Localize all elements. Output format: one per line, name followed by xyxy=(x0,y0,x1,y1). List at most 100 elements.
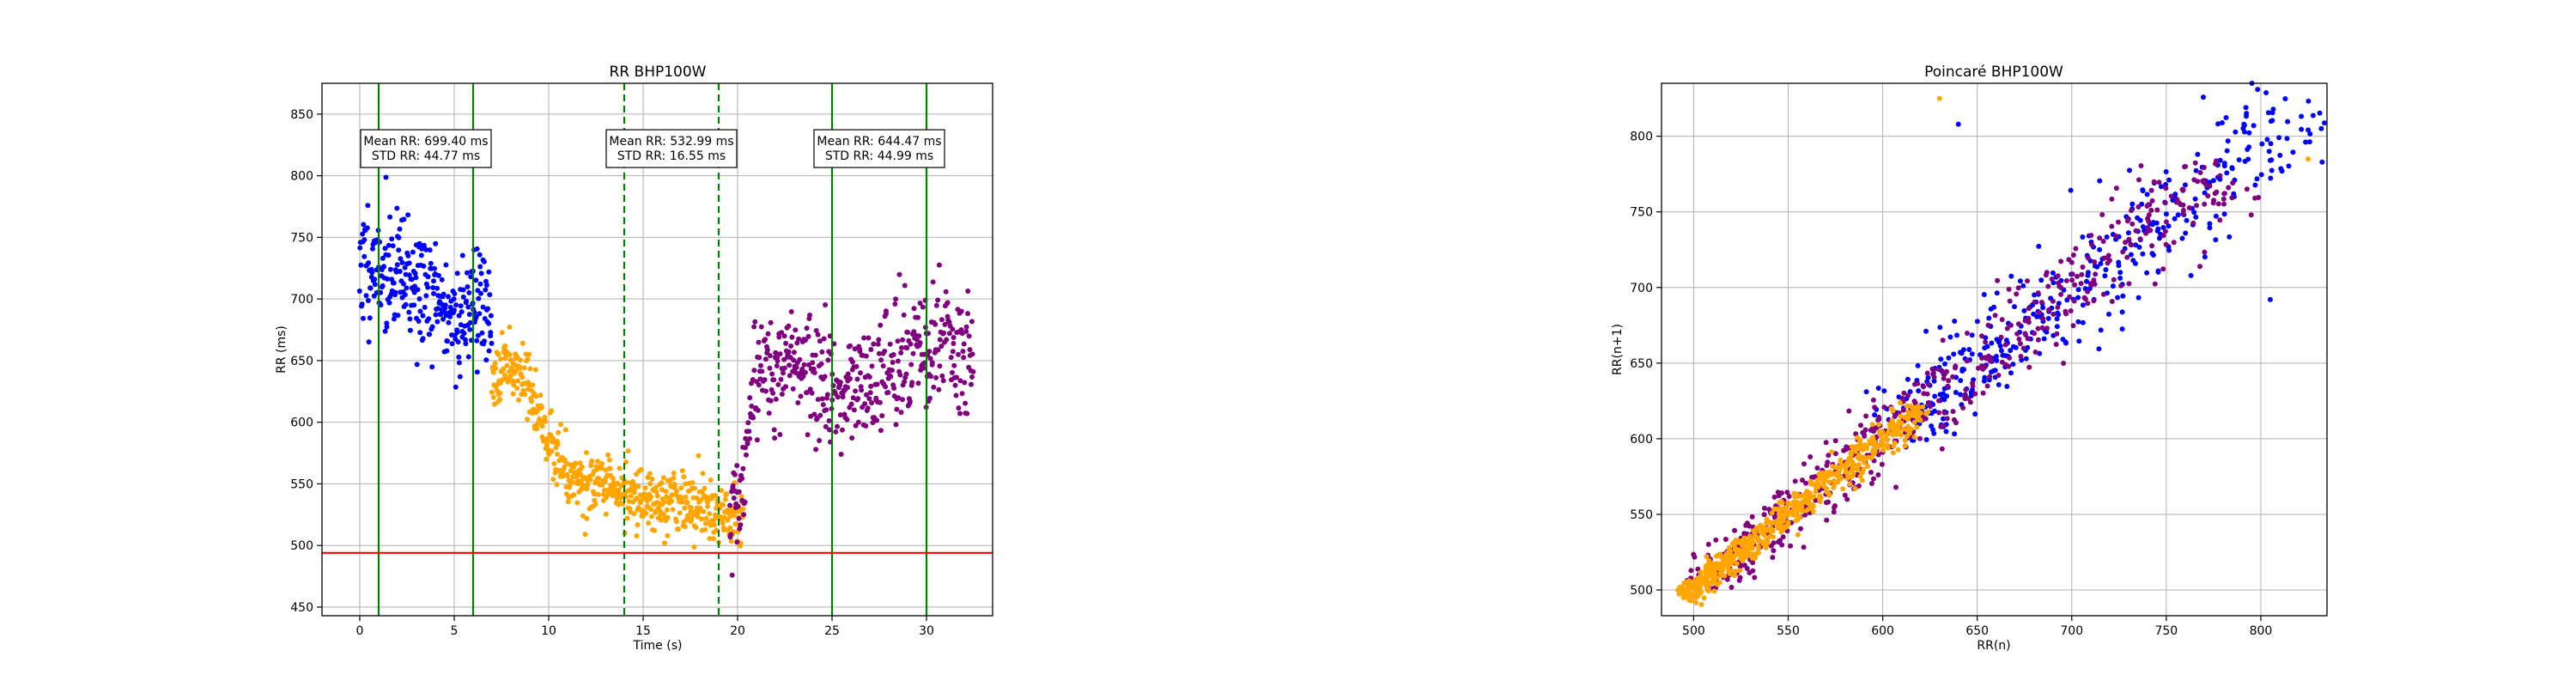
poincare-point-exercise xyxy=(1840,486,1846,492)
rr-point-recovery xyxy=(744,441,750,447)
poincare-point-recovery xyxy=(2163,241,2169,247)
rr-point-rest xyxy=(411,302,417,308)
rr-point-recovery xyxy=(957,410,963,416)
rr-point-recovery xyxy=(867,390,873,396)
poincare-point-recovery xyxy=(2017,341,2023,347)
poincare-point-recovery xyxy=(2160,233,2166,239)
poincare-point-rest xyxy=(2224,148,2230,154)
rr-point-recovery xyxy=(771,427,777,433)
rr-point-rest xyxy=(465,284,471,289)
poincare-point-recovery xyxy=(2104,255,2110,260)
rr-point-rest xyxy=(458,303,464,309)
poincare-chart-x-tick-label: 700 xyxy=(2060,624,2083,638)
poincare-point-recovery xyxy=(1992,313,1998,319)
poincare-point-recovery xyxy=(2045,283,2051,289)
poincare-point-rest xyxy=(2163,169,2169,174)
rr-point-rest xyxy=(474,337,480,344)
poincare-point-exercise xyxy=(1698,589,1704,595)
poincare-point-exercise xyxy=(1907,403,1913,409)
poincare-point-rest xyxy=(2127,167,2132,173)
poincare-point-recovery xyxy=(1792,478,1798,484)
poincare-point-rest xyxy=(2246,130,2252,136)
rr-point-exercise xyxy=(679,468,685,474)
rr-point-recovery xyxy=(732,471,738,477)
rr-point-recovery xyxy=(807,313,812,318)
poincare-point-recovery xyxy=(1928,404,1933,410)
poincare-point-exercise xyxy=(1888,406,1894,411)
rr-point-rest xyxy=(423,293,429,299)
rr-point-recovery xyxy=(746,429,752,435)
rr-point-recovery xyxy=(850,359,855,365)
poincare-point-recovery xyxy=(2146,218,2152,224)
rr-point-rest xyxy=(387,214,393,220)
rr-point-exercise xyxy=(607,465,613,471)
poincare-point-exercise xyxy=(1887,425,1893,430)
poincare-point-rest xyxy=(1961,367,1967,373)
poincare-point-rest xyxy=(2094,264,2100,270)
rr-point-recovery xyxy=(966,333,972,339)
poincare-point-recovery xyxy=(2207,183,2213,189)
poincare-point-rest xyxy=(2045,315,2051,321)
poincare-point-recovery xyxy=(2126,281,2132,287)
poincare-point-exercise xyxy=(1777,509,1783,515)
poincare-point-exercise xyxy=(1810,503,1816,509)
poincare-point-recovery xyxy=(1965,331,1970,336)
poincare-point-recovery xyxy=(1939,446,1945,452)
rr-point-recovery xyxy=(863,423,869,429)
poincare-point-recovery xyxy=(1924,370,1930,376)
rr-point-recovery xyxy=(875,341,881,347)
poincare-point-exercise xyxy=(1750,551,1756,557)
rr-point-rest xyxy=(391,280,397,286)
annotation-line: STD RR: 44.99 ms xyxy=(825,149,933,163)
rr-point-recovery xyxy=(915,380,921,386)
rr-point-rest xyxy=(386,252,392,258)
rr-point-recovery xyxy=(769,371,775,377)
rr-point-recovery xyxy=(845,385,850,391)
rr-point-exercise xyxy=(595,491,601,497)
rr-point-recovery xyxy=(868,347,874,352)
rr-point-rest xyxy=(482,338,487,344)
poincare-point-exercise xyxy=(1795,532,1801,538)
rr-point-recovery xyxy=(758,324,764,330)
poincare-point-exercise xyxy=(1817,475,1823,481)
rr-point-rest xyxy=(397,226,403,232)
poincare-point-rest xyxy=(2119,309,2125,315)
rr-chart-y-tick-label: 750 xyxy=(290,231,313,245)
rr-point-rest xyxy=(365,298,371,303)
poincare-point-recovery xyxy=(2213,161,2219,167)
rr-point-exercise xyxy=(665,507,670,513)
poincare-point-exercise xyxy=(1715,552,1721,558)
poincare-point-recovery xyxy=(2035,325,2041,331)
rr-point-rest xyxy=(359,301,365,307)
poincare-point-recovery xyxy=(2006,286,2012,292)
rr-point-recovery xyxy=(876,337,882,343)
poincare-point-rest xyxy=(2132,260,2138,266)
poincare-point-recovery xyxy=(2180,187,2186,192)
rr-point-recovery xyxy=(777,351,783,357)
poincare-point-rest xyxy=(2290,149,2296,155)
poincare-point-rest xyxy=(1937,325,1943,331)
rr-point-recovery xyxy=(961,341,967,347)
poincare-point-rest xyxy=(2276,135,2282,141)
rr-point-exercise xyxy=(720,502,726,508)
rr-point-rest xyxy=(483,287,489,293)
rr-point-recovery xyxy=(810,360,816,366)
poincare-point-recovery xyxy=(2037,309,2043,315)
poincare-point-rest xyxy=(1952,319,1958,324)
poincare-point-rest xyxy=(1923,328,1929,334)
poincare-point-rest xyxy=(2149,251,2155,257)
poincare-point-recovery xyxy=(2111,277,2117,283)
poincare-point-rest xyxy=(2282,96,2288,101)
rr-point-rest xyxy=(465,304,471,310)
poincare-point-recovery xyxy=(1691,551,1697,557)
poincare-point-recovery xyxy=(2063,311,2069,317)
rr-point-recovery xyxy=(817,438,823,443)
rr-point-rest xyxy=(366,339,372,345)
rr-point-recovery xyxy=(729,572,735,578)
poincare-point-rest xyxy=(1969,332,1975,338)
rr-point-rest xyxy=(488,330,494,336)
rr-point-recovery xyxy=(837,380,843,386)
rr-point-recovery xyxy=(805,333,811,339)
rr-point-recovery xyxy=(822,374,828,380)
rr-point-recovery xyxy=(969,351,975,357)
